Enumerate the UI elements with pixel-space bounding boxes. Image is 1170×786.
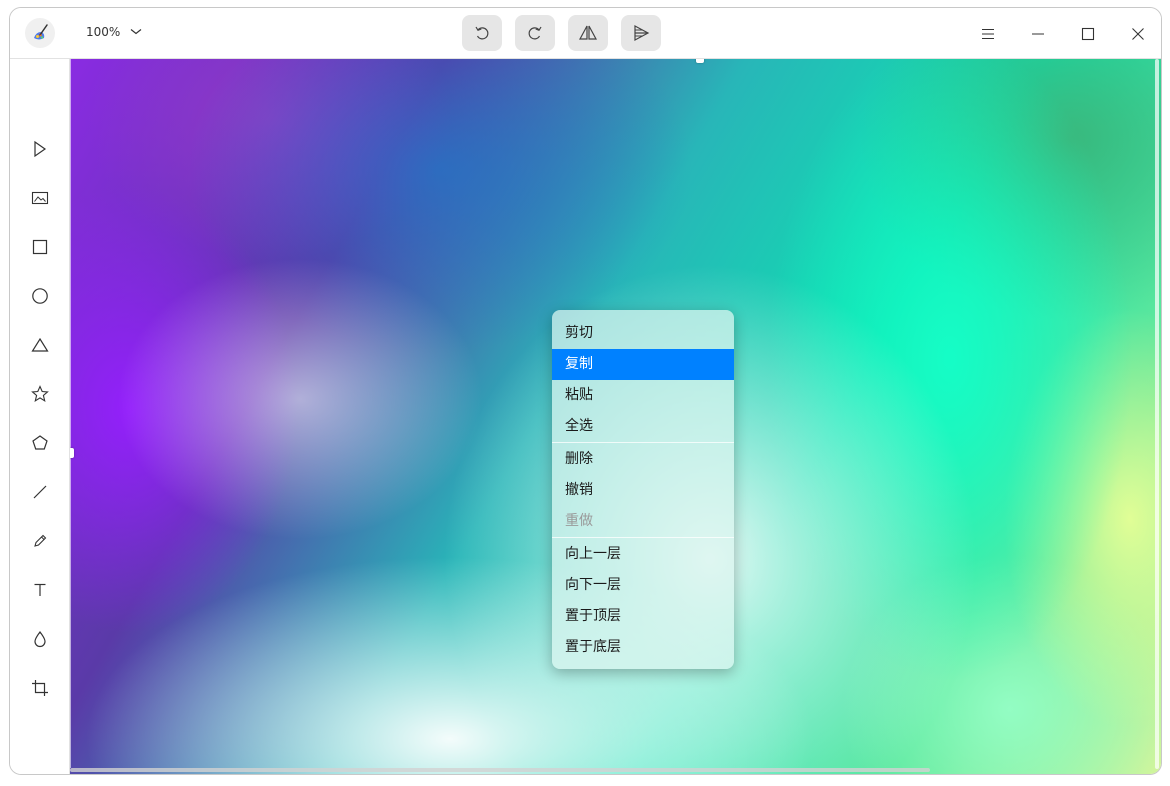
pencil-icon — [34, 534, 47, 547]
star-icon — [31, 385, 49, 402]
star-tool[interactable] — [27, 381, 53, 407]
line-tool[interactable] — [27, 479, 53, 505]
menu-item-paste[interactable]: 粘贴 — [552, 380, 734, 411]
zoom-level: 100% — [86, 25, 121, 39]
menu-item-copy[interactable]: 复制 — [552, 349, 734, 380]
title-bar: 100% — [10, 8, 1161, 59]
context-menu: 剪切 复制 粘贴 全选 删除 撤销 重做 向上一层 向下一层 置于顶层 置于底层 — [552, 310, 734, 669]
pentagon-icon — [32, 435, 48, 450]
undo-button[interactable] — [462, 15, 502, 51]
text-tool[interactable] — [27, 577, 53, 603]
crop-tool[interactable] — [27, 675, 53, 701]
minimize-icon[interactable] — [1027, 23, 1049, 45]
brush-palette-icon — [25, 18, 55, 48]
menu-item-delete[interactable]: 删除 — [552, 444, 734, 475]
triangle-icon — [31, 337, 49, 352]
vertical-scrollbar[interactable] — [1155, 59, 1159, 769]
menu-item-redo: 重做 — [565, 513, 593, 529]
line-icon — [33, 485, 47, 499]
pencil-tool[interactable] — [27, 528, 53, 554]
menu-item-select-all[interactable]: 全选 — [552, 411, 734, 442]
polygon-tool[interactable] — [27, 430, 53, 456]
flip-vertical-button[interactable] — [621, 15, 661, 51]
triangle-tool[interactable] — [27, 332, 53, 358]
menu-item-bring-to-front[interactable]: 置于顶层 — [552, 601, 734, 632]
rectangle-tool[interactable] — [27, 234, 53, 260]
resize-handle-top[interactable] — [696, 59, 704, 63]
flip-horizontal-icon — [578, 25, 598, 40]
circle-icon — [32, 288, 48, 304]
ellipse-tool[interactable] — [27, 283, 53, 309]
menu-item-undo[interactable]: 撤销 — [552, 475, 734, 506]
image-icon — [31, 191, 49, 205]
rectangle-icon — [32, 239, 48, 255]
redo-icon — [528, 26, 542, 40]
select-tool[interactable] — [27, 136, 53, 162]
chevron-down-icon — [130, 29, 142, 35]
blur-tool[interactable] — [27, 626, 53, 652]
maximize-icon[interactable] — [1077, 23, 1099, 45]
close-icon[interactable] — [1127, 23, 1149, 45]
app-window: 100% 剪切 复制 粘贴 全选 删除 撤销 重做 向上一层 向下一层 置于顶层… — [9, 7, 1162, 775]
menu-separator — [552, 442, 734, 443]
image-tool[interactable] — [27, 185, 53, 211]
menu-icon[interactable] — [977, 23, 999, 45]
horizontal-scrollbar[interactable] — [70, 768, 930, 772]
resize-handle-left[interactable] — [70, 448, 74, 458]
tool-sidebar — [10, 59, 70, 774]
menu-item-bring-forward[interactable]: 向上一层 — [552, 539, 734, 570]
menu-item-cut[interactable]: 剪切 — [552, 318, 734, 349]
menu-item-send-to-back[interactable]: 置于底层 — [552, 632, 734, 663]
crop-icon — [32, 680, 48, 696]
zoom-dropdown[interactable]: 100% — [86, 25, 142, 39]
cursor-icon — [34, 140, 47, 158]
undo-icon — [475, 26, 489, 40]
redo-button[interactable] — [515, 15, 555, 51]
text-icon — [34, 583, 46, 596]
flip-horizontal-button[interactable] — [568, 15, 608, 51]
drop-icon — [34, 631, 46, 648]
menu-separator — [552, 537, 734, 538]
flip-vertical-icon — [634, 24, 650, 42]
menu-item-send-backward[interactable]: 向下一层 — [552, 570, 734, 601]
